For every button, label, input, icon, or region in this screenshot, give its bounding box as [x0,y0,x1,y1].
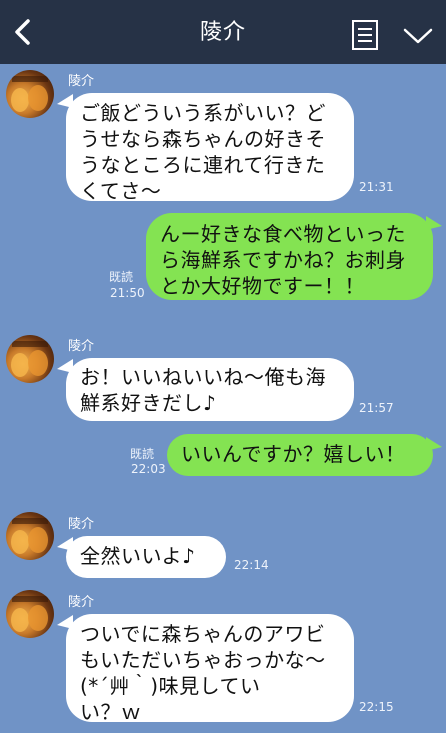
chat-header: 陵介 [0,0,446,64]
message-bubble[interactable]: ついでに森ちゃんのアワビ もいただいちゃおっかな〜 (*´艸｀)味見してい い？… [66,614,354,724]
message-line: ご飯どういう系がいい？ど [80,101,326,125]
sender-name: 陵介 [68,339,95,354]
message-time: 21:50 [110,286,145,300]
message-line: い？ｗ [80,700,142,724]
menu-button[interactable] [398,20,438,52]
profile-photo-icon [11,76,48,112]
avatar[interactable] [6,512,54,560]
read-receipt: 既読 [130,447,155,461]
message-bubble[interactable]: 全然いいよ♪ [66,536,226,578]
message-line: もいただいちゃおっかな〜 [80,648,326,672]
message-line: うなところに連れて行きた [80,153,326,177]
message-line: くてさ〜 [80,179,162,203]
avatar[interactable] [6,335,54,383]
message-bubble[interactable]: お！いいねいいね〜俺も海 鮮系好きだし♪ [66,358,354,421]
message-time: 21:57 [359,401,394,415]
message-time: 22:14 [234,558,269,572]
message-line: ら海鮮系ですかね？お刺身 [160,248,406,272]
message-line: いいんですか？嬉しい！ [181,442,406,466]
message-time: 21:31 [359,180,394,194]
message-time: 22:15 [359,700,394,714]
message-bubble[interactable]: いいんですか？嬉しい！ [167,434,433,476]
message-line: 鮮系好きだし♪ [80,391,217,415]
message-bubble[interactable]: んー好きな食べ物といった ら海鮮系ですかね？お刺身 とか大好物ですー！！ [146,213,433,300]
profile-photo-icon [11,341,48,377]
message-line: お！いいねいいね〜俺も海 [80,365,326,389]
note-icon [352,20,378,50]
sender-name: 陵介 [68,74,95,89]
avatar[interactable] [6,70,54,118]
message-bubble[interactable]: ご飯どういう系がいい？ど うせなら森ちゃんの好きそ うなところに連れて行きた く… [66,93,354,203]
sender-name: 陵介 [68,595,95,610]
message-line: んー好きな食べ物といった [160,222,406,246]
profile-photo-icon [11,518,48,554]
message-line: 全然いいよ♪ [80,544,196,568]
message-line: うせなら森ちゃんの好きそ [80,127,326,151]
message-line: ついでに森ちゃんのアワビ [80,622,326,646]
message-line: (*´艸｀)味見してい [80,674,261,698]
message-time: 22:03 [131,462,166,476]
chevron-down-icon [403,28,433,44]
profile-photo-icon [11,596,48,632]
sender-name: 陵介 [68,517,95,532]
avatar[interactable] [6,590,54,638]
bubble-tail [426,437,442,451]
read-receipt: 既読 [109,270,134,284]
message-line: とか大好物ですー！！ [160,274,365,298]
bubble-tail [426,216,442,230]
note-button[interactable] [348,16,382,54]
